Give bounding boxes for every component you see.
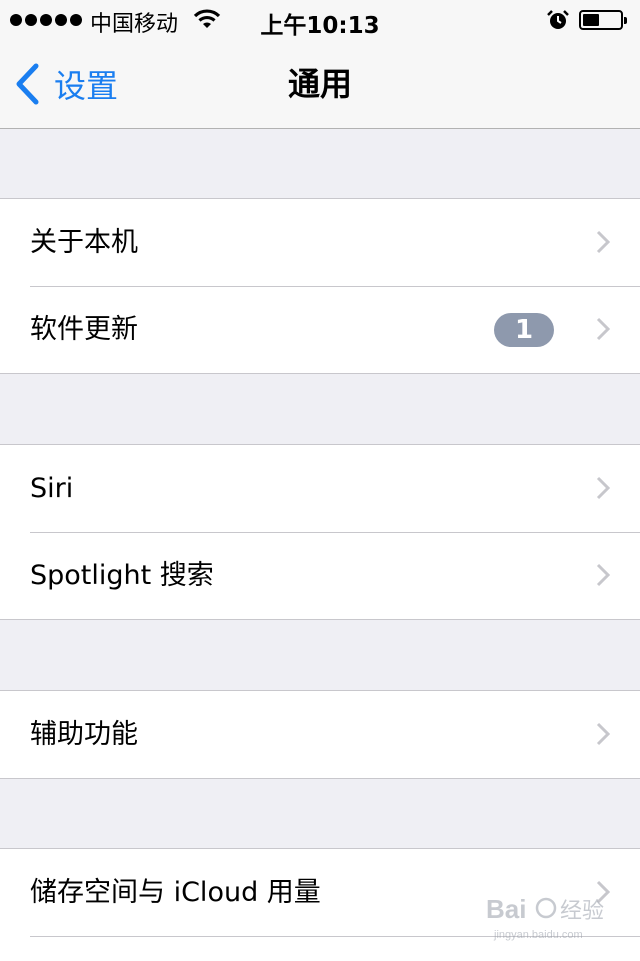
svg-text:经验: 经验 xyxy=(560,899,604,924)
baidu-jingyan-watermark-logo: Bai 经验 jingyan.baidu.com xyxy=(486,894,604,941)
chevron-right-icon xyxy=(596,476,610,500)
page-title: 通用 xyxy=(287,65,352,103)
top-bar: 中国移动 上午10:13 设置 通用 xyxy=(0,0,640,129)
row-label: 软件更新 xyxy=(30,314,138,345)
chevron-right-icon xyxy=(596,563,610,587)
chevron-right-icon xyxy=(596,230,610,254)
status-bar: 中国移动 上午10:13 xyxy=(0,0,640,40)
svg-text:Bai: Bai xyxy=(486,894,526,924)
row-siri[interactable]: Siri xyxy=(0,445,640,532)
row-label: 储存空间与 iCloud 用量 xyxy=(30,877,321,908)
row-label: Spotlight 搜索 xyxy=(30,560,214,591)
row-accessibility[interactable]: 辅助功能 xyxy=(0,691,640,778)
row-spotlight-search[interactable]: Spotlight 搜索 xyxy=(0,532,640,619)
chevron-right-icon xyxy=(596,722,610,746)
row-label: Siri xyxy=(30,473,74,504)
chevron-right-icon xyxy=(596,317,610,341)
svg-text:jingyan.baidu.com: jingyan.baidu.com xyxy=(493,929,583,941)
row-about[interactable]: 关于本机 xyxy=(0,199,640,286)
settings-group-2: Siri Spotlight 搜索 xyxy=(0,444,640,620)
settings-group-1: 关于本机 软件更新 1 xyxy=(0,198,640,374)
update-count-badge: 1 xyxy=(494,313,554,347)
alarm-clock-icon xyxy=(547,10,569,29)
settings-group-3: 辅助功能 xyxy=(0,690,640,779)
row-label: 辅助功能 xyxy=(30,719,138,750)
battery-icon xyxy=(579,10,627,30)
status-time: 上午10:13 xyxy=(260,13,380,39)
battery-level xyxy=(583,14,600,26)
row-label: 关于本机 xyxy=(30,227,138,258)
row-software-update[interactable]: 软件更新 1 xyxy=(0,286,640,373)
